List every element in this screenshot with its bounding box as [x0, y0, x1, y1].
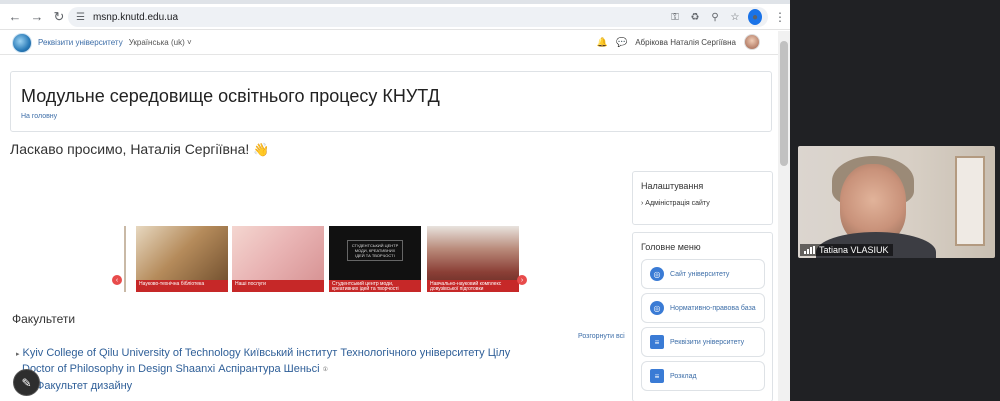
document-icon: ≡: [650, 335, 664, 349]
user-name[interactable]: Абрікова Наталія Сергіївна: [635, 38, 736, 47]
chevron-right-icon: ›: [641, 200, 644, 207]
slide-caption: Науково-технічна бібліотека: [136, 280, 228, 292]
faculty-item[interactable]: Doctor of Philosophy in Design Shaanxi А…: [22, 363, 328, 375]
translate-icon[interactable]: ♻: [688, 12, 702, 23]
slide-slogan: СТУДЕНТСЬКИЙ ЦЕНТР МОДИ, КРЕАТИВНИХ ІДЕЙ…: [347, 240, 403, 261]
wave-emoji: 👋: [253, 142, 270, 157]
back-icon[interactable]: ←: [4, 6, 26, 28]
video-tile[interactable]: Tatiana VLASIUK: [798, 146, 995, 258]
bookmark-star-icon[interactable]: ☆: [728, 12, 742, 23]
page-title: Модульне середовище освітнього процесу К…: [21, 86, 440, 106]
welcome-message: Ласкаво просимо, Наталія Сергіївна! 👋: [10, 141, 270, 158]
faculty-link[interactable]: Doctor of Philosophy in Design Shaanxi А…: [22, 363, 320, 375]
browser-menu-icon[interactable]: ⋮: [774, 10, 786, 24]
menu-item-label: Реквізити університету: [670, 338, 745, 346]
browser-toolbar: ← → ↻ ☰ msnp.knutd.edu.ua ⚿ ♻ ⚲ ☆ ● ⋮: [0, 4, 790, 30]
avatar[interactable]: [744, 34, 760, 50]
carousel-slide[interactable]: Навчально-науковий комплекс довузівської…: [427, 226, 519, 292]
settings-block: Налаштування › Адміністрація сайту: [632, 171, 773, 225]
carousel-prev-icon[interactable]: ‹: [112, 275, 122, 285]
address-url: msnp.knutd.edu.ua: [92, 11, 179, 23]
user-area: 🔔 💬 Абрікова Наталія Сергіївна: [597, 34, 760, 50]
forward-icon[interactable]: →: [26, 6, 48, 28]
course-count-badge: ①: [322, 366, 328, 373]
carousel-slide[interactable]: Наші послуги: [232, 226, 324, 292]
nav-link-university-details[interactable]: Реквізити університету: [38, 38, 123, 47]
carousel-next-icon[interactable]: ›: [517, 275, 527, 285]
language-label: Українська (uk): [128, 38, 185, 47]
slide-caption: Наші послуги: [232, 280, 324, 292]
expand-all-link[interactable]: Розгорнути всі: [578, 333, 625, 340]
site-logo[interactable]: [12, 32, 32, 53]
profile-icon[interactable]: ●: [748, 9, 762, 25]
page-scrollbar[interactable]: [778, 31, 790, 401]
site-admin-link[interactable]: › Адміністрація сайту: [641, 200, 710, 207]
scrollbar-thumb[interactable]: [780, 41, 788, 166]
menu-item-university-details[interactable]: ≡ Реквізити університету: [641, 327, 765, 357]
carousel-slide-partial[interactable]: [124, 226, 126, 292]
moodle-navbar: Реквізити університету Українська (uk) ˅…: [0, 31, 778, 55]
faculty-link[interactable]: Kyiv College of Qilu University of Techn…: [23, 347, 511, 359]
page-header: Модульне середовище освітнього процесу К…: [10, 71, 772, 132]
carousel-slide[interactable]: Науково-технічна бібліотека: [136, 226, 228, 292]
faculty-link[interactable]: Факультет дизайну: [36, 380, 132, 392]
language-menu[interactable]: Українська (uk) ˅: [129, 38, 192, 47]
menu-item-schedule[interactable]: ≡ Розклад: [641, 361, 765, 391]
participant-name: Tatiana VLASIUK: [819, 245, 889, 255]
menu-item-label: Сайт університету: [670, 270, 730, 278]
faculty-item[interactable]: Факультет дизайну: [36, 380, 132, 392]
site-admin-label: Адміністрація сайту: [645, 200, 710, 207]
carousel-slide[interactable]: СТУДЕНТСЬКИЙ ЦЕНТР МОДИ, КРЕАТИВНИХ ІДЕЙ…: [329, 226, 421, 292]
document-icon: ≡: [650, 369, 664, 383]
globe-icon: ◎: [650, 267, 664, 281]
caret-right-icon: ▸: [16, 351, 20, 358]
edit-pencil-icon[interactable]: ✎: [13, 369, 40, 396]
faculty-item[interactable]: ▸ Kyiv College of Qilu University of Tech…: [16, 347, 510, 359]
screen: ← → ↻ ☰ msnp.knutd.edu.ua ⚿ ♻ ⚲ ☆ ● ⋮ Ре…: [0, 0, 1000, 401]
faculties-heading: Факультети: [12, 312, 76, 326]
password-key-icon[interactable]: ⚿: [668, 12, 682, 23]
participant-name-tag: Tatiana VLASIUK: [800, 244, 893, 256]
address-bar-actions: ⚿ ♻ ⚲ ☆ ●: [668, 9, 762, 25]
welcome-text: Ласкаво просимо, Наталія Сергіївна!: [10, 141, 250, 157]
main-menu-title: Головне меню: [641, 242, 701, 252]
globe-icon: ◎: [650, 301, 664, 315]
site-info-icon[interactable]: ☰: [76, 12, 85, 23]
menu-item-label: Нормативно-правова база: [670, 304, 756, 312]
messages-icon[interactable]: 💬: [616, 37, 627, 48]
settings-block-title: Налаштування: [641, 181, 704, 191]
menu-item-university-site[interactable]: ◎ Сайт університету: [641, 259, 765, 289]
reload-icon[interactable]: ↻: [48, 6, 70, 28]
menu-item-regulatory-base[interactable]: ◎ Нормативно-правова база: [641, 293, 765, 323]
signal-bars-icon: [804, 246, 815, 254]
slide-caption: Навчально-науковий комплекс довузівської…: [427, 280, 519, 292]
background-door: [955, 156, 985, 246]
image-carousel: Науково-технічна бібліотека Наші послуги…: [110, 226, 530, 292]
menu-item-label: Розклад: [670, 372, 697, 380]
chevron-down-icon: ˅: [186, 38, 192, 47]
notification-bell-icon[interactable]: 🔔: [597, 37, 608, 48]
browser-window: ← → ↻ ☰ msnp.knutd.edu.ua ⚿ ♻ ⚲ ☆ ● ⋮ Ре…: [0, 0, 790, 401]
main-menu-block: Головне меню ◎ Сайт університету ◎ Норма…: [632, 232, 773, 401]
zoom-icon[interactable]: ⚲: [708, 12, 722, 23]
address-bar[interactable]: ☰ msnp.knutd.edu.ua ⚿ ♻ ⚲ ☆ ●: [68, 7, 768, 27]
breadcrumb-home[interactable]: На головну: [21, 113, 57, 120]
slide-caption: Студентський центр моди, креативних ідей…: [329, 280, 421, 292]
